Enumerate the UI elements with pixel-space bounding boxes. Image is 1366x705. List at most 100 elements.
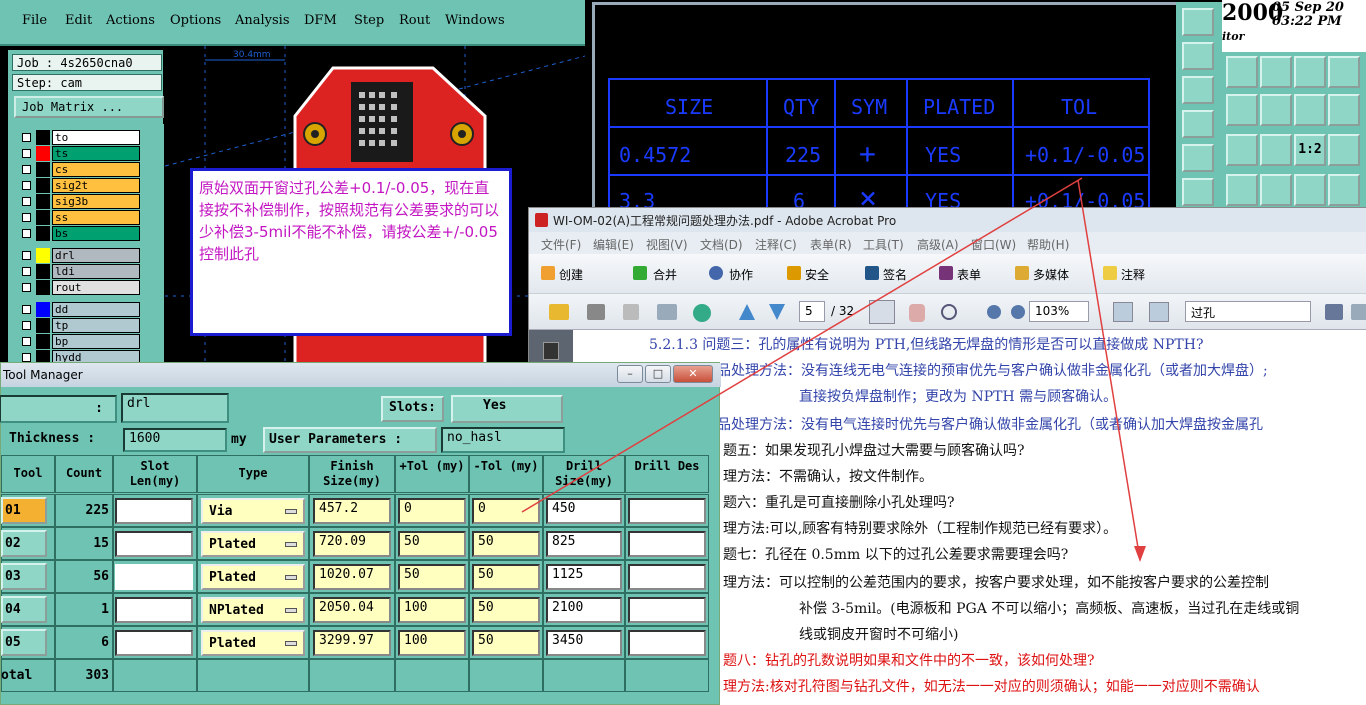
palette-button-14[interactable] bbox=[1260, 174, 1292, 206]
layer-row-ts[interactable]: ts bbox=[20, 146, 140, 161]
layer-checkbox[interactable] bbox=[22, 181, 31, 190]
thickness-field[interactable]: 1600 bbox=[123, 428, 227, 452]
layer-row-ldi[interactable]: ldi bbox=[20, 264, 140, 279]
prev-page-icon[interactable] bbox=[739, 304, 755, 320]
more-icon[interactable] bbox=[1351, 304, 1366, 320]
tool-create[interactable]: 创建 bbox=[559, 266, 583, 283]
job-matrix-button[interactable]: Job Matrix ... bbox=[14, 96, 164, 118]
layer-checkbox[interactable] bbox=[22, 133, 31, 142]
tool-button-6[interactable] bbox=[1182, 178, 1214, 206]
finish-size-field[interactable]: 457.2 bbox=[313, 498, 391, 524]
fit-width-icon[interactable] bbox=[1149, 302, 1169, 322]
menu-windows[interactable]: Windows bbox=[445, 13, 505, 28]
palette-button-16[interactable] bbox=[1328, 174, 1360, 206]
palette-button-1[interactable] bbox=[1226, 56, 1258, 88]
type-select[interactable]: Plated bbox=[201, 531, 305, 557]
minus-tol-field[interactable]: 50 bbox=[472, 531, 540, 557]
slot-length-field[interactable] bbox=[115, 564, 193, 590]
palette-button-10[interactable] bbox=[1260, 134, 1292, 166]
fit-page-icon[interactable] bbox=[1113, 302, 1133, 322]
drill-size-field[interactable]: 2100 bbox=[546, 597, 622, 623]
save-icon[interactable] bbox=[623, 304, 639, 320]
minimize-button[interactable]: – bbox=[617, 365, 643, 383]
close-button[interactable]: ✕ bbox=[673, 365, 713, 383]
acro-menu-tools[interactable]: 工具(T) bbox=[863, 236, 904, 253]
tool-number-button[interactable]: 05 bbox=[1, 629, 47, 656]
layer-checkbox[interactable] bbox=[22, 305, 31, 314]
palette-button-13[interactable] bbox=[1226, 174, 1258, 206]
palette-button-12[interactable] bbox=[1328, 134, 1360, 166]
tool-forms[interactable]: 表单 bbox=[957, 266, 981, 283]
layer-row-sig2t[interactable]: sig2t bbox=[20, 178, 140, 193]
slot-length-field[interactable] bbox=[115, 630, 193, 656]
zoom-tool-icon[interactable] bbox=[941, 304, 957, 320]
layer-checkbox[interactable] bbox=[22, 251, 31, 260]
minus-tol-field[interactable]: 50 bbox=[472, 564, 540, 590]
layer-checkbox[interactable] bbox=[22, 283, 31, 292]
layer-checkbox[interactable] bbox=[22, 229, 31, 238]
drill-size-field[interactable]: 1125 bbox=[546, 564, 622, 590]
finish-size-field[interactable]: 1020.07 bbox=[313, 564, 391, 590]
search-input[interactable]: 过孔 bbox=[1185, 301, 1311, 322]
tool-button-1[interactable] bbox=[1182, 8, 1214, 36]
palette-button-6[interactable] bbox=[1260, 94, 1292, 126]
layer-field[interactable]: drl bbox=[121, 393, 229, 423]
plus-tol-field[interactable]: 0 bbox=[398, 498, 466, 524]
tool-number-button[interactable]: 04 bbox=[1, 596, 47, 623]
user-parameters-field[interactable]: no_hasl bbox=[441, 427, 565, 453]
slots-select[interactable]: Yes bbox=[451, 395, 563, 423]
web-icon[interactable] bbox=[693, 304, 711, 322]
layer-row-tp[interactable]: tp bbox=[20, 318, 140, 333]
tool-number-button[interactable]: 02 bbox=[1, 530, 47, 557]
tool-combine[interactable]: 合并 bbox=[653, 266, 677, 283]
tool-number-button[interactable]: 03 bbox=[1, 563, 47, 590]
palette-button-7[interactable] bbox=[1294, 94, 1326, 126]
layer-row-bp[interactable]: bp bbox=[20, 334, 140, 349]
menu-file[interactable]: File bbox=[22, 13, 47, 28]
minus-tol-field[interactable]: 50 bbox=[472, 630, 540, 656]
layer-row-rout[interactable]: rout bbox=[20, 280, 140, 295]
palette-button-9[interactable] bbox=[1226, 134, 1258, 166]
layer-checkbox[interactable] bbox=[22, 149, 31, 158]
layer-row-cs[interactable]: cs bbox=[20, 162, 140, 177]
acro-menu-document[interactable]: 文档(D) bbox=[700, 236, 743, 253]
menu-dfm[interactable]: DFM bbox=[304, 13, 337, 28]
layer-checkbox[interactable] bbox=[22, 321, 31, 330]
palette-button-3[interactable] bbox=[1294, 56, 1326, 88]
slot-length-field[interactable] bbox=[115, 498, 193, 524]
open-folder-icon[interactable] bbox=[549, 304, 569, 320]
type-select[interactable]: NPlated bbox=[201, 597, 305, 623]
finish-size-field[interactable]: 720.09 bbox=[313, 531, 391, 557]
palette-button-15[interactable] bbox=[1294, 174, 1326, 206]
acro-menu-help[interactable]: 帮助(H) bbox=[1027, 236, 1069, 253]
plus-tol-field[interactable]: 100 bbox=[398, 630, 466, 656]
tool-multimedia[interactable]: 多媒体 bbox=[1033, 266, 1069, 283]
drill-des-field[interactable] bbox=[628, 564, 706, 590]
menu-analysis[interactable]: Analysis bbox=[235, 13, 290, 28]
layer-checkbox[interactable] bbox=[22, 267, 31, 276]
finish-size-field[interactable]: 3299.97 bbox=[313, 630, 391, 656]
plus-tol-field[interactable]: 50 bbox=[398, 531, 466, 557]
drill-size-field[interactable]: 3450 bbox=[546, 630, 622, 656]
palette-button-4[interactable] bbox=[1328, 56, 1360, 88]
next-page-icon[interactable] bbox=[769, 304, 785, 320]
palette-button-8[interactable] bbox=[1328, 94, 1360, 126]
minus-tol-field[interactable]: 50 bbox=[472, 597, 540, 623]
layer-row-bs[interactable]: bs bbox=[20, 226, 140, 241]
drill-size-field[interactable]: 450 bbox=[546, 498, 622, 524]
menu-rout[interactable]: Rout bbox=[399, 13, 430, 28]
hand-icon[interactable] bbox=[909, 304, 925, 322]
acro-menu-window[interactable]: 窗口(W) bbox=[971, 236, 1016, 253]
tool-sign[interactable]: 签名 bbox=[883, 266, 907, 283]
acro-menu-forms[interactable]: 表单(R) bbox=[810, 236, 852, 253]
zoom-input[interactable]: 103% bbox=[1029, 301, 1089, 322]
slot-length-field[interactable] bbox=[115, 531, 193, 557]
palette-scale-button[interactable]: 1:2 bbox=[1294, 134, 1326, 166]
plus-tol-field[interactable]: 50 bbox=[398, 564, 466, 590]
layer-row-to[interactable]: to bbox=[20, 130, 140, 145]
print-icon[interactable] bbox=[587, 304, 605, 320]
drill-des-field[interactable] bbox=[628, 498, 706, 524]
acro-menu-file[interactable]: 文件(F) bbox=[541, 236, 581, 253]
finish-size-field[interactable]: 2050.04 bbox=[313, 597, 391, 623]
type-select[interactable]: Via bbox=[201, 498, 305, 524]
